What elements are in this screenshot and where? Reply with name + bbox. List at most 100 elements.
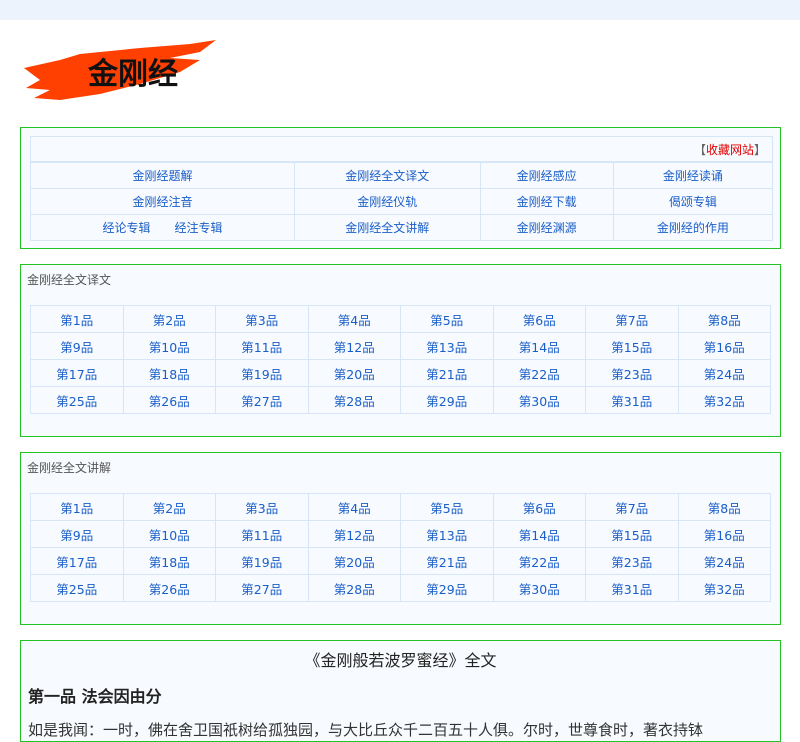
- chapter-link[interactable]: 第19品: [241, 555, 282, 570]
- chapter-link[interactable]: 第16品: [704, 340, 745, 355]
- chapter-link[interactable]: 第10品: [149, 528, 190, 543]
- chapter-link[interactable]: 第9品: [60, 340, 93, 355]
- chapter-cell: 第16品: [677, 332, 771, 360]
- nav-cell: 金刚经的作用: [612, 214, 774, 241]
- chapter-link[interactable]: 第5品: [430, 313, 463, 328]
- nav-link[interactable]: 金刚经注音: [133, 195, 193, 209]
- chapter-link[interactable]: 第29品: [426, 394, 467, 409]
- nav-cell: 金刚经渊源: [479, 214, 614, 241]
- chapter-link[interactable]: 第31品: [611, 394, 652, 409]
- chapter-link[interactable]: 第9品: [60, 528, 93, 543]
- chapter-link[interactable]: 第21品: [426, 367, 467, 382]
- chapter-link[interactable]: 第12品: [334, 340, 375, 355]
- chapter-link[interactable]: 第3品: [245, 501, 278, 516]
- nav-link[interactable]: 金刚经感应: [517, 169, 577, 183]
- chapter-link[interactable]: 第17品: [56, 367, 97, 382]
- chapter-link[interactable]: 第4品: [338, 313, 371, 328]
- chapter-cell: 第28品: [307, 574, 401, 602]
- nav-cell: 金刚经题解: [29, 161, 296, 189]
- chapter-cell: 第13品: [400, 520, 494, 548]
- chapter-link[interactable]: 第30品: [519, 582, 560, 597]
- chapter-link[interactable]: 第5品: [430, 501, 463, 516]
- bookmark-site-link[interactable]: 收藏网站: [706, 143, 754, 157]
- chapter-link[interactable]: 第18品: [149, 367, 190, 382]
- chapter-link[interactable]: 第13品: [426, 528, 467, 543]
- chapter-cell: 第20品: [307, 359, 401, 387]
- chapter-link[interactable]: 第18品: [149, 555, 190, 570]
- chapter-link[interactable]: 第23品: [611, 367, 652, 382]
- nav-cell: 偈颂专辑: [612, 188, 774, 215]
- chapter-link[interactable]: 第21品: [426, 555, 467, 570]
- nav-panel: 【收藏网站】 金刚经题解 金刚经全文译文 金刚经感应 金刚经读诵 金刚经注音 金刚经仪轨金…: [20, 127, 781, 249]
- nav-link[interactable]: 金刚经全文译文: [345, 169, 429, 183]
- chapter-link[interactable]: 第15品: [611, 528, 652, 543]
- chapter-link[interactable]: 第28品: [334, 582, 375, 597]
- chapter-link[interactable]: 第22品: [519, 367, 560, 382]
- chapter-link[interactable]: 第6品: [523, 313, 556, 328]
- chapter-link[interactable]: 第26品: [149, 582, 190, 597]
- lecture-chapter-grid: 第1品 第2品 第3品 第4品 第5品 第6品 第7品 第8品 第9品 第10品 第11品 第12品第…: [30, 493, 771, 602]
- chapter-link[interactable]: 第24品: [704, 555, 745, 570]
- chapter-link[interactable]: 第20品: [334, 367, 375, 382]
- nav-link[interactable]: 金刚经渊源: [517, 221, 577, 235]
- chapter-link[interactable]: 第8品: [708, 501, 741, 516]
- chapter-link[interactable]: 第28品: [334, 394, 375, 409]
- chapter-link[interactable]: 第26品: [149, 394, 190, 409]
- chapter-link[interactable]: 第25品: [56, 582, 97, 597]
- chapter-link[interactable]: 第19品: [241, 367, 282, 382]
- chapter-link[interactable]: 第13品: [426, 340, 467, 355]
- chapter-link[interactable]: 第16品: [704, 528, 745, 543]
- chapter-link[interactable]: 第22品: [519, 555, 560, 570]
- chapter-link[interactable]: 第32品: [704, 582, 745, 597]
- chapter-link[interactable]: 第4品: [338, 501, 371, 516]
- chapter-link[interactable]: 第7品: [615, 501, 648, 516]
- chapter-link[interactable]: 第25品: [56, 394, 97, 409]
- nav-link[interactable]: 金刚经读诵: [663, 169, 723, 183]
- chapter-link[interactable]: 第6品: [523, 501, 556, 516]
- chapter-link[interactable]: 第10品: [149, 340, 190, 355]
- chapter-link[interactable]: 第2品: [153, 501, 186, 516]
- chapter-cell: 第17品: [30, 359, 124, 387]
- nav-link[interactable]: 经注专辑: [175, 221, 223, 235]
- chapter-link[interactable]: 第1品: [60, 313, 93, 328]
- chapter-link[interactable]: 第11品: [241, 528, 282, 543]
- chapter-link[interactable]: 第15品: [611, 340, 652, 355]
- nav-link[interactable]: 金刚经仪轨: [357, 195, 417, 209]
- chapter-cell: 第30品: [492, 386, 586, 414]
- nav-cell: 金刚经全文讲解: [294, 214, 481, 241]
- nav-link[interactable]: 经论专辑: [103, 221, 151, 235]
- chapter-link[interactable]: 第1品: [60, 501, 93, 516]
- chapter-cell: 第10品: [122, 520, 216, 548]
- chapter-cell: 第17品: [30, 547, 124, 575]
- panel-title: 金刚经全文讲解: [27, 461, 112, 475]
- chapter-link[interactable]: 第2品: [153, 313, 186, 328]
- chapter-link[interactable]: 第7品: [615, 313, 648, 328]
- site-logo[interactable]: 金刚经: [20, 38, 256, 102]
- chapter-link[interactable]: 第14品: [519, 528, 560, 543]
- nav-link[interactable]: 金刚经的作用: [657, 221, 729, 235]
- nav-link[interactable]: 金刚经全文讲解: [345, 221, 429, 235]
- chapter-link[interactable]: 第27品: [241, 582, 282, 597]
- chapter-link[interactable]: 第17品: [56, 555, 97, 570]
- chapter-link[interactable]: 第20品: [334, 555, 375, 570]
- chapter-link[interactable]: 第30品: [519, 394, 560, 409]
- nav-link[interactable]: 偈颂专辑: [669, 195, 717, 209]
- chapter-cell: 第14品: [492, 332, 586, 360]
- chapter-link[interactable]: 第32品: [704, 394, 745, 409]
- nav-link[interactable]: 金刚经下载: [517, 195, 577, 209]
- chapter-link[interactable]: 第27品: [241, 394, 282, 409]
- chapter-link[interactable]: 第31品: [611, 582, 652, 597]
- chapter-cell: 第9品: [30, 520, 124, 548]
- nav-link[interactable]: 金刚经题解: [133, 169, 193, 183]
- chapter-link[interactable]: 第8品: [708, 313, 741, 328]
- chapter-cell: 第15品: [585, 332, 679, 360]
- chapter-link[interactable]: 第11品: [241, 340, 282, 355]
- translation-panel: 金刚经全文译文 第1品 第2品 第3品 第4品 第5品 第6品 第7品 第8品 第9品 第10品第…: [20, 264, 781, 437]
- chapter-link[interactable]: 第12品: [334, 528, 375, 543]
- chapter-link[interactable]: 第3品: [245, 313, 278, 328]
- chapter-link[interactable]: 第14品: [519, 340, 560, 355]
- chapter-link[interactable]: 第23品: [611, 555, 652, 570]
- favorite-cell: 【收藏网站】: [30, 136, 773, 163]
- chapter-link[interactable]: 第24品: [704, 367, 745, 382]
- chapter-link[interactable]: 第29品: [426, 582, 467, 597]
